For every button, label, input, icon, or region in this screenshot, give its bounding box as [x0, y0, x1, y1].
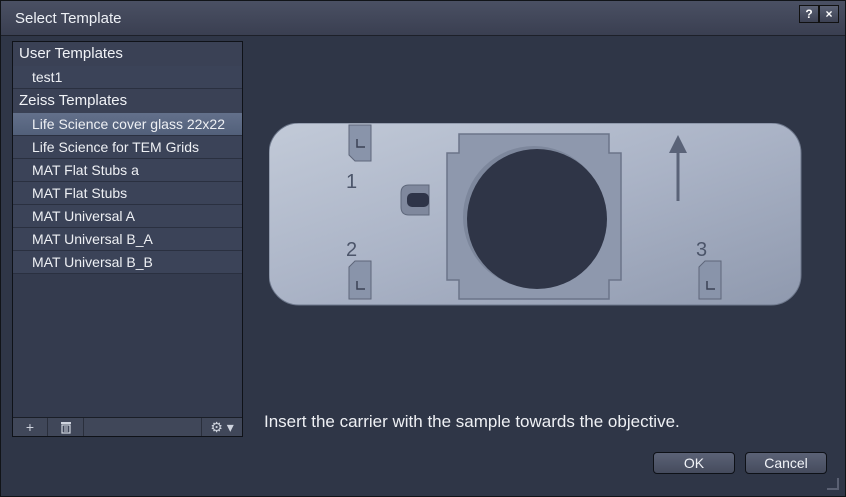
group-header-user-templates[interactable]: User Templates — [13, 42, 242, 66]
sample-carrier-diagram: 1 2 3 — [269, 123, 802, 306]
list-item[interactable]: test1 — [13, 66, 242, 89]
dialog-title: Select Template — [15, 10, 122, 27]
trash-icon-glyph — [61, 421, 71, 434]
template-list: User Templates test1 Zeiss Templates Lif… — [13, 42, 242, 274]
list-item[interactable]: MAT Flat Stubs — [13, 182, 242, 205]
list-item[interactable]: MAT Flat Stubs a — [13, 159, 242, 182]
position-label-2: 2 — [346, 239, 357, 261]
title-bar: Select Template ? × — [1, 1, 845, 36]
list-item[interactable]: MAT Universal A — [13, 205, 242, 228]
settings-menu-button[interactable]: ⚙ ▾ — [201, 418, 242, 436]
resize-grip[interactable] — [827, 478, 839, 490]
cancel-button[interactable]: Cancel — [745, 452, 827, 474]
select-template-dialog: Select Template ? × User Templates test1… — [0, 0, 846, 497]
list-toolbar: + ⚙ ▾ — [13, 417, 242, 436]
position-label-3: 3 — [696, 239, 707, 261]
trash-icon[interactable] — [49, 418, 84, 436]
list-item[interactable]: Life Science for TEM Grids — [13, 136, 242, 159]
instruction-text: Insert the carrier with the sample towar… — [264, 412, 680, 431]
add-template-button[interactable]: + — [13, 418, 48, 436]
list-item-selected[interactable]: Life Science cover glass 22x22 — [13, 113, 242, 136]
list-item[interactable]: MAT Universal B_B — [13, 251, 242, 274]
template-list-panel: User Templates test1 Zeiss Templates Lif… — [12, 41, 243, 437]
ok-button[interactable]: OK — [653, 452, 735, 474]
list-item[interactable]: MAT Universal B_A — [13, 228, 242, 251]
close-button[interactable]: × — [819, 5, 839, 23]
position-label-1: 1 — [346, 171, 357, 193]
help-button[interactable]: ? — [799, 5, 819, 23]
group-header-zeiss-templates[interactable]: Zeiss Templates — [13, 89, 242, 113]
